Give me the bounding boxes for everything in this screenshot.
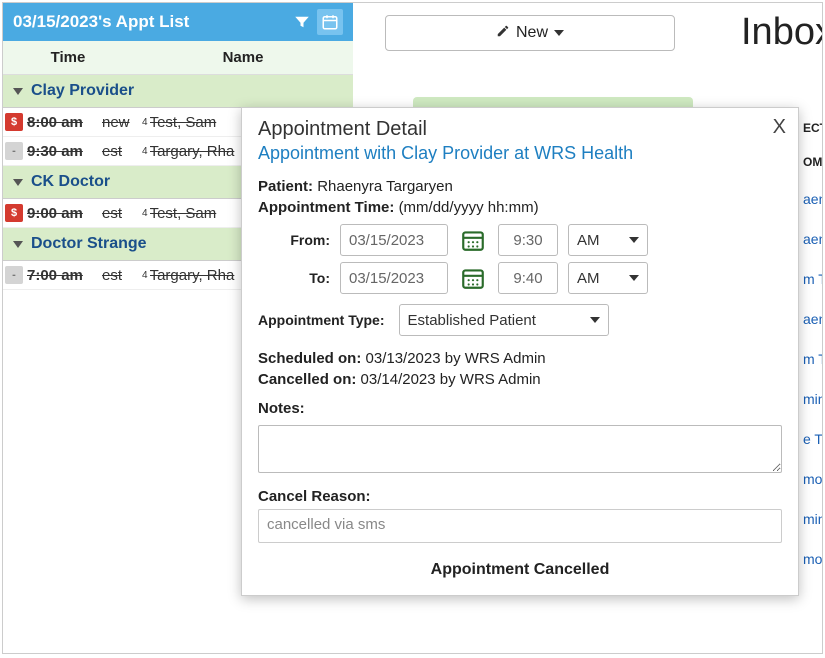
appt-super: 4	[142, 117, 148, 128]
appt-type-row: Appointment Type: Established Patient	[258, 304, 782, 336]
appt-time-row: Appointment Time: (mm/dd/yyyy hh:mm)	[258, 199, 782, 216]
right-fragment-link[interactable]: aen	[803, 219, 823, 259]
status-badge: -	[5, 142, 23, 160]
patient-value: Rhaenyra Targaryen	[317, 178, 453, 195]
appt-list-header: 03/15/2023's Appt List	[3, 3, 353, 41]
inbox-heading: Inbox	[741, 11, 823, 54]
col-name-header: Name	[133, 41, 353, 74]
appointment-detail-modal: X Appointment Detail Appointment with Cl…	[241, 107, 799, 596]
caret-down-icon	[554, 30, 564, 36]
appt-status: new	[102, 114, 142, 131]
cancelled-row: Cancelled on: 03/14/2023 by WRS Admin	[258, 371, 782, 388]
to-label: To:	[278, 270, 330, 286]
right-frag-head2: OM	[803, 145, 823, 179]
patient-label: Patient:	[258, 178, 313, 195]
appt-time: 9:30 am	[27, 143, 102, 160]
cancel-reason-label: Cancel Reason:	[258, 488, 371, 505]
to-date-input[interactable]: 03/15/2023	[340, 262, 448, 294]
right-fragment-link[interactable]: mo	[803, 459, 823, 499]
appt-type-label: Appointment Type:	[258, 312, 385, 328]
calendar-picker-icon[interactable]	[458, 263, 488, 293]
modal-title: Appointment Detail	[258, 118, 782, 141]
patient-row: Patient: Rhaenyra Targaryen	[258, 178, 782, 195]
appt-type-select[interactable]: Established Patient	[399, 304, 609, 336]
chevron-down-icon	[13, 179, 23, 186]
to-ampm-select[interactable]: AM	[568, 262, 648, 294]
chevron-down-icon	[629, 237, 639, 243]
notes-input[interactable]	[258, 425, 782, 473]
right-fragment-link[interactable]: m T	[803, 259, 823, 299]
cancelled-label: Cancelled on:	[258, 371, 356, 388]
col-time-header: Time	[3, 41, 133, 74]
appt-time-hint: (mm/dd/yyyy hh:mm)	[399, 199, 539, 216]
provider-group-header[interactable]: Clay Provider	[3, 75, 353, 108]
pencil-icon	[496, 24, 510, 43]
scheduled-value: 03/13/2023 by WRS Admin	[366, 350, 546, 367]
from-date-input[interactable]: 03/15/2023	[340, 224, 448, 256]
appt-status: est	[102, 267, 142, 284]
right-fragment-link[interactable]: e T	[803, 419, 823, 459]
right-fragment-list: ECT OM aenaenm Taenm Tmine Tmominmo	[803, 111, 823, 579]
appt-time-label: Appointment Time:	[258, 199, 394, 216]
new-button-label: New	[516, 24, 548, 42]
chevron-down-icon	[590, 317, 600, 323]
appt-super: 4	[142, 208, 148, 219]
from-time-input[interactable]: 9:30	[498, 224, 558, 256]
appt-super: 4	[142, 146, 148, 157]
notes-label: Notes:	[258, 400, 305, 417]
right-fragment-link[interactable]: min	[803, 499, 823, 539]
appointment-cancelled-footer: Appointment Cancelled	[258, 561, 782, 579]
cancelled-value: 03/14/2023 by WRS Admin	[361, 371, 541, 388]
appt-status: est	[102, 143, 142, 160]
status-badge: $	[5, 113, 23, 131]
right-fragment-link[interactable]: aen	[803, 299, 823, 339]
chevron-down-icon	[13, 241, 23, 248]
from-line: From: 03/15/2023 9:30 AM	[278, 224, 782, 256]
calendar-icon[interactable]	[317, 9, 343, 35]
calendar-picker-icon[interactable]	[458, 225, 488, 255]
from-label: From:	[278, 232, 330, 248]
scheduled-label: Scheduled on:	[258, 350, 361, 367]
right-fragment-link[interactable]: m T	[803, 339, 823, 379]
appt-time: 8:00 am	[27, 114, 102, 131]
provider-name: Doctor Strange	[31, 235, 147, 253]
appt-super: 4	[142, 270, 148, 281]
filter-icon[interactable]	[289, 9, 315, 35]
provider-name: CK Doctor	[31, 173, 110, 191]
appt-list-title: 03/15/2023's Appt List	[13, 12, 189, 32]
from-ampm-select[interactable]: AM	[568, 224, 648, 256]
close-icon[interactable]: X	[773, 116, 786, 139]
appt-time: 7:00 am	[27, 267, 102, 284]
status-badge: -	[5, 266, 23, 284]
appt-time: 9:00 am	[27, 205, 102, 222]
status-badge: $	[5, 204, 23, 222]
chevron-down-icon	[13, 88, 23, 95]
to-time-input[interactable]: 9:40	[498, 262, 558, 294]
right-fragment-link[interactable]: mo	[803, 539, 823, 579]
modal-subtitle: Appointment with Clay Provider at WRS He…	[258, 143, 782, 164]
provider-name: Clay Provider	[31, 82, 134, 100]
appt-status: est	[102, 205, 142, 222]
chevron-down-icon	[629, 275, 639, 281]
appt-list-columns: Time Name	[3, 41, 353, 75]
scheduled-row: Scheduled on: 03/13/2023 by WRS Admin	[258, 350, 782, 367]
new-button[interactable]: New	[385, 15, 675, 51]
right-frag-head1: ECT	[803, 111, 823, 145]
to-line: To: 03/15/2023 9:40 AM	[278, 262, 782, 294]
right-fragment-link[interactable]: min	[803, 379, 823, 419]
right-fragment-link[interactable]: aen	[803, 179, 823, 219]
cancel-reason-input[interactable]: cancelled via sms	[258, 509, 782, 543]
